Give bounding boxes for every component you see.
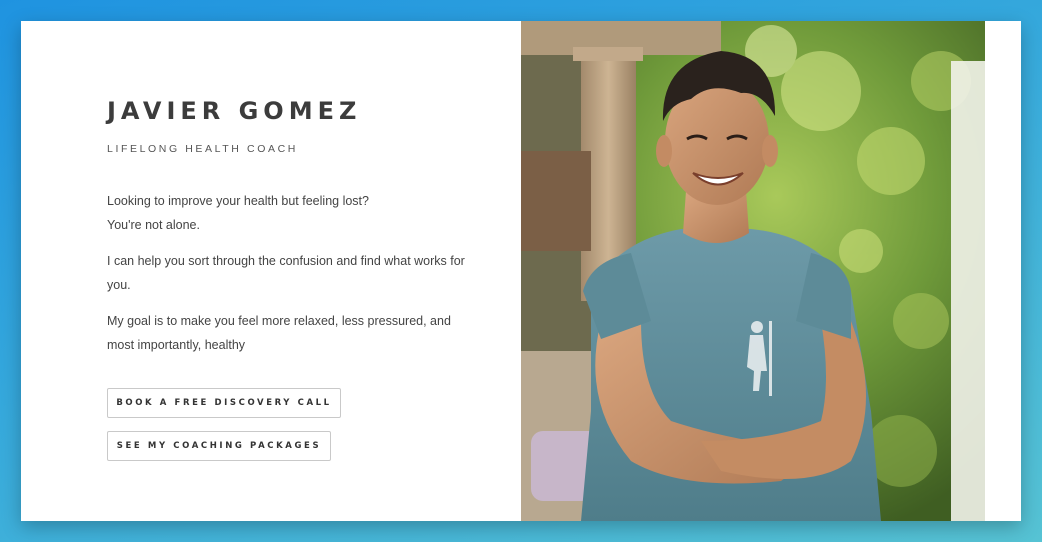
intro-paragraph-2: I can help you sort through the confusio… [107, 254, 465, 292]
hero-text-panel: JAVIER GOMEZ LIFELONG HEALTH COACH Looki… [21, 21, 521, 521]
intro-paragraph-1: Looking to improve your health but feeli… [107, 189, 477, 237]
intro-paragraph-3: My goal is to make you feel more relaxed… [107, 314, 451, 352]
book-discovery-call-button[interactable]: BOOK A FREE DISCOVERY CALL [107, 388, 341, 418]
see-coaching-packages-button[interactable]: SEE MY COACHING PACKAGES [107, 431, 331, 461]
coach-photo [521, 21, 985, 521]
intro-line-1: Looking to improve your health but feeli… [107, 194, 369, 208]
coach-subtitle: LIFELONG HEALTH COACH [107, 143, 298, 155]
coach-name: JAVIER GOMEZ [107, 97, 362, 125]
card-right-margin [985, 21, 1021, 521]
intro-text: Looking to improve your health but feeli… [107, 189, 477, 369]
intro-line-2: You're not alone. [107, 218, 200, 232]
hero-card: JAVIER GOMEZ LIFELONG HEALTH COACH Looki… [21, 21, 1021, 521]
